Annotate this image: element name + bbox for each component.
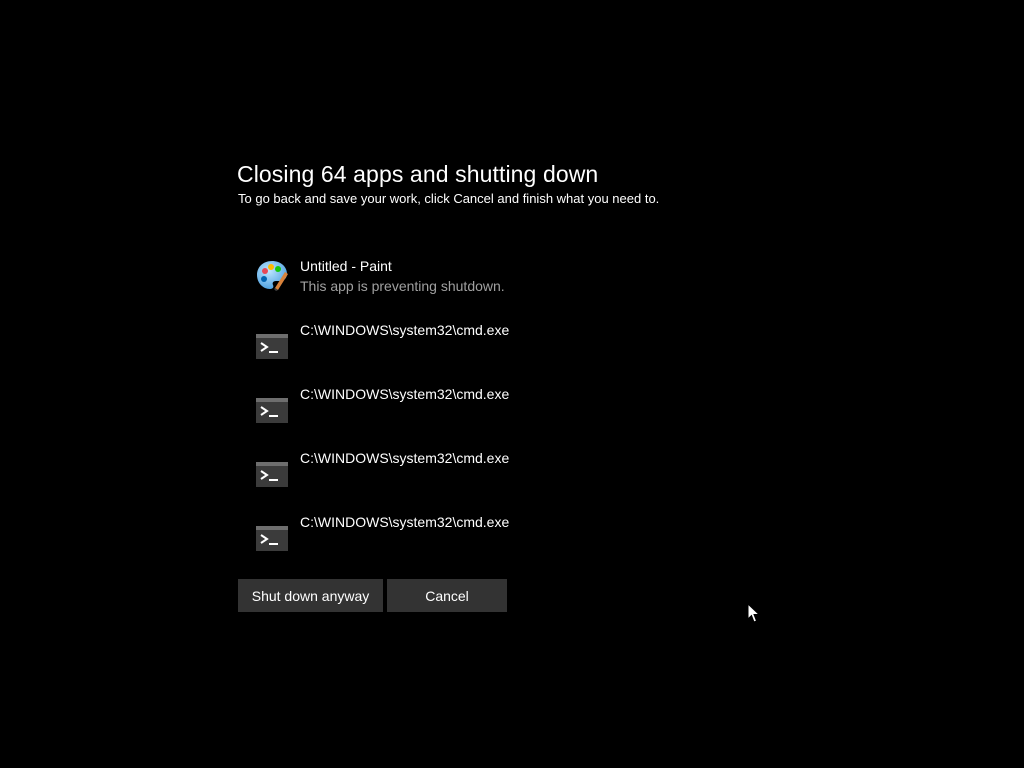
dialog-title: Closing 64 apps and shutting down	[237, 161, 599, 187]
shutdown-dialog: Closing 64 apps and shutting down To go …	[237, 158, 797, 612]
app-name: C:\WINDOWS\system32\cmd.exe	[300, 322, 510, 338]
app-name: Untitled - Paint	[300, 258, 392, 274]
dialog-subtitle: To go back and save your work, click Can…	[238, 191, 660, 206]
shutdown-screen: Closing 64 apps and shutting down To go …	[0, 0, 1024, 768]
cmd-icon	[256, 334, 288, 359]
cmd-icon	[256, 398, 288, 423]
mouse-cursor-icon	[747, 603, 761, 623]
app-item-cmd: C:\WINDOWS\system32\cmd.exe	[255, 382, 775, 446]
app-name: C:\WINDOWS\system32\cmd.exe	[300, 450, 510, 466]
paint-icon	[257, 261, 288, 291]
app-item-paint: Untitled - Paint This app is preventing …	[255, 254, 775, 318]
cancel-button[interactable]: Cancel	[387, 579, 507, 612]
cmd-icon	[256, 526, 288, 551]
app-item-cmd: C:\WINDOWS\system32\cmd.exe	[255, 510, 775, 574]
shut-down-anyway-button[interactable]: Shut down anyway	[238, 579, 383, 612]
app-status: This app is preventing shutdown.	[300, 278, 505, 294]
app-item-cmd: C:\WINDOWS\system32\cmd.exe	[255, 318, 775, 382]
app-name: C:\WINDOWS\system32\cmd.exe	[300, 514, 510, 530]
blocking-app-list: Untitled - Paint This app is preventing …	[255, 254, 775, 574]
dialog-buttons: Shut down anyway Cancel	[238, 579, 507, 612]
cmd-icon	[256, 462, 288, 487]
app-name: C:\WINDOWS\system32\cmd.exe	[300, 386, 510, 402]
app-item-cmd: C:\WINDOWS\system32\cmd.exe	[255, 446, 775, 510]
